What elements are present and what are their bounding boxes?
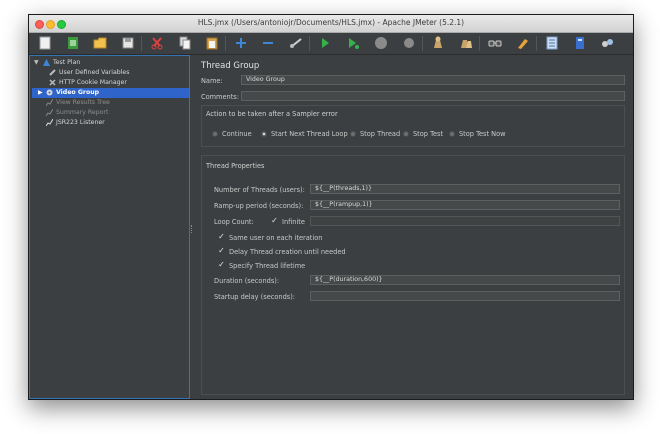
tree-item-test-plan[interactable]: ▼ Test Plan <box>32 58 189 68</box>
graph-icon <box>46 99 53 106</box>
function-helper-icon[interactable] <box>544 35 560 51</box>
tree-item-user-defined-variables[interactable]: User Defined Variables <box>32 68 189 78</box>
duration-field[interactable]: ${__P(duration,600)} <box>310 275 620 285</box>
stop-test-now-label: Stop Test Now <box>459 130 506 138</box>
tree-item-label: View Results Tree <box>56 99 110 106</box>
startup-delay-label: Startup delay (seconds): <box>214 293 295 301</box>
jmeter-window: HLS.jmx (/Users/antoniojr/Documents/HLS.… <box>28 14 634 400</box>
stop-thread-radio[interactable] <box>350 131 356 137</box>
thread-group-panel: Thread Group Name: Video Group Comments:… <box>195 55 633 399</box>
continue-radio[interactable] <box>212 131 218 137</box>
save-icon[interactable] <box>120 35 136 51</box>
tree-item-summary-report[interactable]: Summary Report <box>32 108 189 118</box>
remote-start-icon[interactable] <box>599 35 615 51</box>
shutdown-icon[interactable] <box>401 35 417 51</box>
graph-icon <box>46 109 53 116</box>
tree-item-jsr223-listener[interactable]: JSR223 Listener <box>32 118 189 128</box>
stop-thread-label: Stop Thread <box>360 130 401 138</box>
wrench-icon <box>49 79 56 86</box>
thread-lifetime-checkbox[interactable]: ✓ <box>218 261 225 269</box>
title-bar: HLS.jmx (/Users/antoniojr/Documents/HLS.… <box>29 15 633 33</box>
help-icon[interactable] <box>572 35 588 51</box>
copy-icon[interactable] <box>177 35 193 51</box>
toolbar <box>29 33 633 55</box>
window-title: HLS.jmx (/Users/antoniojr/Documents/HLS.… <box>197 18 465 27</box>
name-field[interactable]: Video Group <box>241 75 625 85</box>
open-icon[interactable] <box>92 35 108 51</box>
tree-item-label: Video Group <box>56 89 100 96</box>
tree-item-label: Test Plan <box>53 59 81 66</box>
new-icon[interactable] <box>37 35 53 51</box>
rampup-label: Ramp-up period (seconds): <box>214 202 304 210</box>
page-title: Thread Group <box>201 61 260 71</box>
collapse-all-icon[interactable] <box>260 35 276 51</box>
chevron-right-icon[interactable]: ▶ <box>38 88 43 98</box>
chevron-down-icon[interactable]: ▼ <box>34 58 39 68</box>
test-plan-tree: ▼ Test Plan User Defined Variables HTTP … <box>29 55 190 399</box>
same-user-label: Same user on each iteration <box>229 234 323 242</box>
delay-thread-checkbox[interactable]: ✓ <box>218 247 225 255</box>
name-label: Name: <box>201 77 223 85</box>
test-plan-icon <box>43 59 50 66</box>
tree-item-http-cookie-manager[interactable]: HTTP Cookie Manager <box>32 78 189 88</box>
toggle-icon[interactable] <box>288 35 304 51</box>
infinite-label: Infinite <box>282 218 305 226</box>
comments-label: Comments: <box>201 93 239 101</box>
tree-item-view-results-tree[interactable]: View Results Tree <box>32 98 189 108</box>
thread-properties-title: Thread Properties <box>206 162 265 170</box>
loop-count-label: Loop Count: <box>214 218 254 226</box>
wrench-icon <box>49 69 56 76</box>
paste-icon[interactable] <box>204 35 220 51</box>
cut-icon[interactable] <box>149 35 165 51</box>
start-icon[interactable] <box>317 35 333 51</box>
threads-label: Number of Threads (users): <box>214 186 305 194</box>
search-icon[interactable] <box>487 35 503 51</box>
reset-search-icon[interactable] <box>515 35 531 51</box>
stop-icon[interactable] <box>373 35 389 51</box>
tree-item-label: HTTP Cookie Manager <box>59 79 127 86</box>
sampler-error-panel: Action to be taken after a Sampler error… <box>201 105 625 147</box>
stop-test-label: Stop Test <box>413 130 444 138</box>
start-no-pauses-icon[interactable] <box>345 35 361 51</box>
tree-item-label: Summary Report <box>56 109 109 116</box>
tree-item-video-group[interactable]: ▶ Video Group <box>32 88 189 98</box>
tree-item-label: JSR223 Listener <box>56 119 105 126</box>
thread-properties-panel: Thread Properties Number of Threads (use… <box>201 155 625 395</box>
threads-field[interactable]: ${__P(threads,1)} <box>310 184 620 194</box>
sampler-error-title: Action to be taken after a Sampler error <box>206 110 338 118</box>
same-user-checkbox[interactable]: ✓ <box>218 233 225 241</box>
clear-all-icon[interactable] <box>458 35 474 51</box>
clear-icon[interactable] <box>430 35 446 51</box>
infinite-checkbox[interactable]: ✓ <box>271 217 278 225</box>
comments-field[interactable] <box>241 91 625 101</box>
delay-thread-label: Delay Thread creation until needed <box>229 248 346 256</box>
expand-all-icon[interactable] <box>233 35 249 51</box>
rampup-field[interactable]: ${__P(rampup,1)} <box>310 200 620 210</box>
stop-test-now-radio[interactable] <box>449 131 455 137</box>
graph-icon <box>46 119 53 126</box>
continue-label: Continue <box>222 130 252 138</box>
tree-item-label: User Defined Variables <box>59 69 130 76</box>
thread-lifetime-label: Specify Thread lifetime <box>229 262 306 270</box>
startup-delay-field[interactable] <box>310 291 620 301</box>
templates-icon[interactable] <box>65 35 81 51</box>
gear-icon <box>46 89 53 96</box>
stop-test-radio[interactable] <box>403 131 409 137</box>
start-next-thread-loop-label: Start Next Thread Loop <box>271 130 348 138</box>
start-next-thread-loop-radio[interactable] <box>261 131 267 137</box>
loop-count-field[interactable] <box>310 216 620 226</box>
duration-label: Duration (seconds): <box>214 277 280 285</box>
